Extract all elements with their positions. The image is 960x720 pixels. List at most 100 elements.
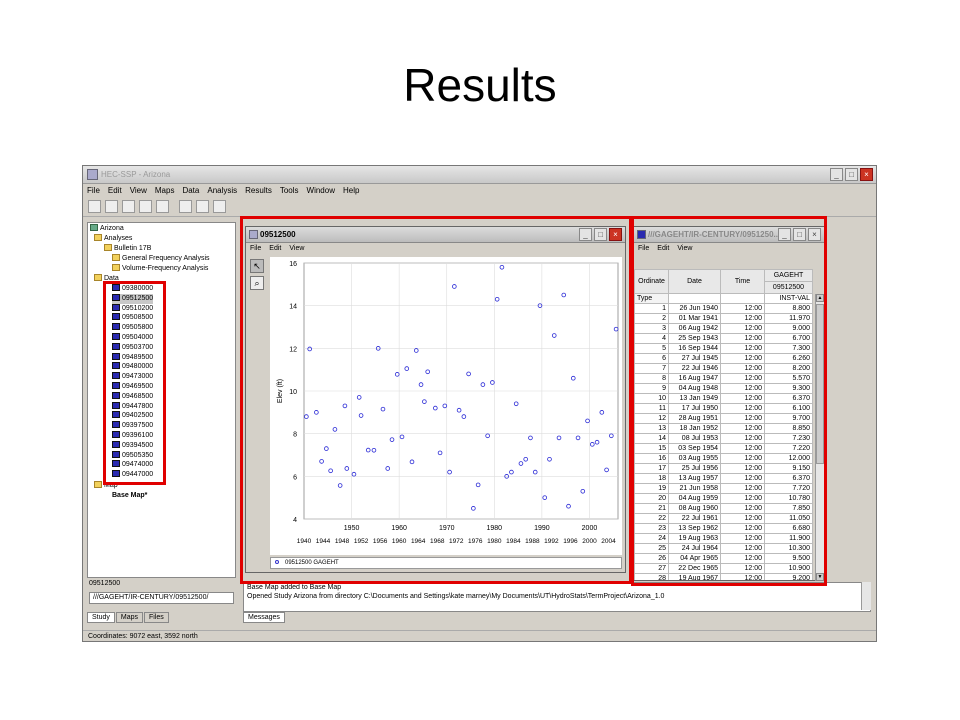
cell-ordinate[interactable]: 3 bbox=[634, 323, 669, 334]
cell-date[interactable]: 16 Aug 1947 bbox=[668, 373, 721, 384]
cell-date[interactable]: 04 Aug 1959 bbox=[668, 493, 721, 504]
cell-ordinate[interactable]: 21 bbox=[634, 503, 669, 514]
cell-ordinate[interactable]: 13 bbox=[634, 423, 669, 434]
cell-value[interactable]: 7.850 bbox=[764, 503, 813, 514]
menu-maps[interactable]: Maps bbox=[155, 184, 175, 197]
cell-ordinate[interactable]: 10 bbox=[634, 393, 669, 404]
cell-time[interactable]: 12:00 bbox=[720, 573, 765, 580]
tree-data[interactable]: Data bbox=[94, 274, 119, 284]
cell-date[interactable]: 03 Sep 1954 bbox=[668, 443, 721, 454]
cell-ordinate[interactable]: 28 bbox=[634, 573, 669, 580]
cell-ordinate[interactable]: 22 bbox=[634, 513, 669, 524]
tree-bulletin-17b[interactable]: Bulletin 17B bbox=[104, 244, 151, 254]
cell-ordinate[interactable]: 14 bbox=[634, 433, 669, 444]
menu-file[interactable]: File bbox=[87, 184, 100, 197]
tree-station-item[interactable]: 09447800 bbox=[112, 401, 153, 412]
cell-time[interactable]: 12:00 bbox=[720, 533, 765, 544]
tree-station-item[interactable]: 09505350 bbox=[112, 450, 153, 461]
tree-station-item[interactable]: 09480000 bbox=[112, 362, 153, 372]
open-data-icon[interactable] bbox=[122, 200, 135, 213]
tree-station-item[interactable]: 09402500 bbox=[112, 411, 153, 421]
cell-time[interactable]: 12:00 bbox=[720, 553, 765, 564]
table-menu-edit[interactable]: Edit bbox=[657, 243, 669, 255]
table-row[interactable]: 26 04 Apr 1965 12:00 9.500 bbox=[634, 553, 813, 564]
plot-menu-view[interactable]: View bbox=[289, 243, 304, 255]
table-row[interactable]: 18 13 Aug 1957 12:00 6.370 bbox=[634, 473, 813, 484]
cell-date[interactable]: 25 Jul 1956 bbox=[668, 463, 721, 474]
menu-results[interactable]: Results bbox=[245, 184, 272, 197]
cell-ordinate[interactable]: 20 bbox=[634, 493, 669, 504]
cell-date[interactable]: 25 Sep 1943 bbox=[668, 333, 721, 344]
cell-time[interactable]: 12:00 bbox=[720, 403, 765, 414]
table-window-titlebar[interactable]: ///GAGEHT/IR-CENTURY/0951250... _ □ × bbox=[634, 227, 824, 243]
cell-time[interactable]: 12:00 bbox=[720, 353, 765, 364]
cell-date[interactable]: 28 Aug 1951 bbox=[668, 413, 721, 424]
cell-time[interactable]: 12:00 bbox=[720, 373, 765, 384]
tree-station-item[interactable]: 09469500 bbox=[112, 382, 153, 392]
cell-value[interactable]: 12.000 bbox=[764, 453, 813, 464]
cell-time[interactable]: 12:00 bbox=[720, 393, 765, 404]
cell-date[interactable]: 19 Aug 1963 bbox=[668, 533, 721, 544]
tree-station-item[interactable]: 09474000 bbox=[112, 460, 153, 470]
tree-station-item[interactable]: 09380000 bbox=[112, 284, 153, 294]
cell-ordinate[interactable]: 18 bbox=[634, 473, 669, 484]
tree-station-item[interactable]: 09447000 bbox=[112, 470, 153, 480]
cell-value[interactable]: 9.300 bbox=[764, 383, 813, 394]
menu-edit[interactable]: Edit bbox=[108, 184, 122, 197]
cell-date[interactable]: 26 Jun 1940 bbox=[668, 303, 721, 314]
cell-time[interactable]: 12:00 bbox=[720, 453, 765, 464]
cell-date[interactable]: 24 Jul 1964 bbox=[668, 543, 721, 554]
cell-time[interactable]: 12:00 bbox=[720, 383, 765, 394]
plot-menu-edit[interactable]: Edit bbox=[269, 243, 281, 255]
cell-ordinate[interactable]: 12 bbox=[634, 413, 669, 424]
cell-time[interactable]: 12:00 bbox=[720, 543, 765, 554]
cell-value[interactable]: 6.370 bbox=[764, 473, 813, 484]
pointer-icon[interactable]: ↖ bbox=[250, 259, 264, 273]
cell-value[interactable]: 9.500 bbox=[764, 553, 813, 564]
tree-station-item[interactable]: 09504000 bbox=[112, 333, 153, 343]
tree-station-item[interactable]: 09510200 bbox=[112, 303, 153, 314]
table-row[interactable]: 24 19 Aug 1963 12:00 11.900 bbox=[634, 533, 813, 544]
table-row[interactable]: 5 16 Sep 1944 12:00 7.300 bbox=[634, 343, 813, 354]
cell-date[interactable]: 13 Jan 1949 bbox=[668, 393, 721, 404]
cell-value[interactable]: 9.700 bbox=[764, 413, 813, 424]
cell-ordinate[interactable]: 6 bbox=[634, 353, 669, 364]
cell-date[interactable]: 08 Aug 1960 bbox=[668, 503, 721, 514]
tree-station-item[interactable]: 09396100 bbox=[112, 431, 153, 441]
cell-value[interactable]: 11.050 bbox=[764, 513, 813, 524]
cell-value[interactable]: 7.300 bbox=[764, 343, 813, 354]
cell-value[interactable]: 6.680 bbox=[764, 523, 813, 534]
tab-maps[interactable]: Maps bbox=[115, 612, 144, 623]
tab-study[interactable]: Study bbox=[87, 612, 115, 623]
cell-ordinate[interactable]: 2 bbox=[634, 313, 669, 324]
cell-time[interactable]: 12:00 bbox=[720, 523, 765, 534]
close-button[interactable]: × bbox=[860, 168, 873, 181]
cell-date[interactable]: 22 Jul 1961 bbox=[668, 513, 721, 524]
table-row[interactable]: 27 22 Dec 1965 12:00 10.900 bbox=[634, 563, 813, 574]
cell-ordinate[interactable]: 9 bbox=[634, 383, 669, 394]
table-row[interactable]: 16 03 Aug 1955 12:00 12.000 bbox=[634, 453, 813, 464]
tree-station-item[interactable]: 09473000 bbox=[112, 372, 153, 382]
cell-date[interactable]: 27 Jul 1945 bbox=[668, 353, 721, 364]
table-row[interactable]: 14 08 Jul 1953 12:00 7.230 bbox=[634, 433, 813, 444]
cell-ordinate[interactable]: 7 bbox=[634, 363, 669, 374]
cell-value[interactable]: 7.720 bbox=[764, 483, 813, 494]
cell-date[interactable]: 04 Apr 1965 bbox=[668, 553, 721, 564]
cut-icon[interactable] bbox=[213, 200, 226, 213]
tree-station-item[interactable]: 09512500 bbox=[112, 293, 154, 304]
cell-ordinate[interactable]: 8 bbox=[634, 373, 669, 384]
cell-time[interactable]: 12:00 bbox=[720, 423, 765, 434]
cell-value[interactable]: 8.800 bbox=[764, 303, 813, 314]
cell-value[interactable]: 9.150 bbox=[764, 463, 813, 474]
cell-ordinate[interactable]: 5 bbox=[634, 343, 669, 354]
cell-ordinate[interactable]: 19 bbox=[634, 483, 669, 494]
table-minimize-button[interactable]: _ bbox=[778, 228, 791, 241]
table-row[interactable]: 6 27 Jul 1945 12:00 6.260 bbox=[634, 353, 813, 364]
cell-time[interactable]: 12:00 bbox=[720, 343, 765, 354]
cell-ordinate[interactable]: 11 bbox=[634, 403, 669, 414]
plot-close-button[interactable]: × bbox=[609, 228, 622, 241]
cell-time[interactable]: 12:00 bbox=[720, 433, 765, 444]
cell-date[interactable]: 18 Jan 1952 bbox=[668, 423, 721, 434]
cell-value[interactable]: 5.570 bbox=[764, 373, 813, 384]
menu-tools[interactable]: Tools bbox=[280, 184, 299, 197]
